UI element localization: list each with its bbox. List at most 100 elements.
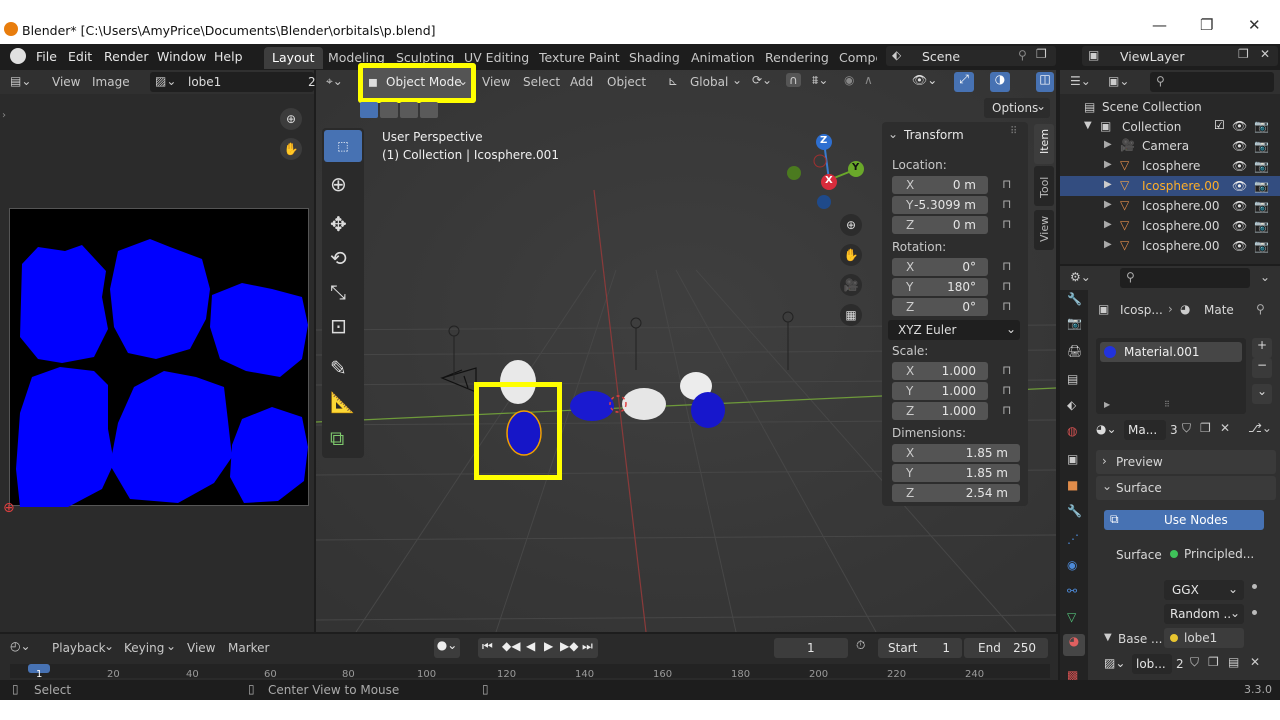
render-tab-icon[interactable]: 📷 bbox=[1067, 316, 1082, 330]
scene-tab-icon[interactable]: ⬖ bbox=[1067, 398, 1076, 412]
lock-icon[interactable]: ⊓ bbox=[1002, 279, 1011, 293]
select-extend-mode-icon[interactable] bbox=[380, 102, 398, 118]
material-slot-list[interactable]: Material.001 ▶ ⠿ bbox=[1096, 338, 1246, 414]
cursor-tool-icon[interactable]: ⊕ bbox=[330, 172, 347, 196]
constraints-tab-icon[interactable]: ⚯ bbox=[1067, 584, 1077, 598]
camera-render-icon[interactable]: 📷 bbox=[1254, 159, 1269, 173]
expand-arrow-icon[interactable]: ▶ bbox=[1104, 179, 1112, 190]
outliner-row[interactable]: ▶ ▽ Icosphere.00 👁 📷 bbox=[1060, 196, 1280, 216]
record-button[interactable]: ●⌄ bbox=[434, 638, 460, 658]
location-y-field[interactable]: Y -5.3099 m bbox=[892, 196, 988, 214]
rotation-mode-dropdown[interactable]: XYZ Euler ⌄ bbox=[888, 320, 1020, 340]
distribution-dropdown[interactable]: GGX ⌄ bbox=[1164, 580, 1244, 600]
zoom-icon[interactable]: ⊕ bbox=[280, 108, 302, 130]
gizmo-toggle-icon[interactable]: ⤢ bbox=[954, 72, 974, 92]
location-z-field[interactable]: Z 0 m bbox=[892, 216, 988, 234]
camera-render-icon[interactable]: 📷 bbox=[1254, 199, 1269, 213]
physics-tab-icon[interactable]: ◉ bbox=[1067, 558, 1077, 572]
end-frame-field[interactable]: End 250 bbox=[964, 638, 1048, 658]
new-scene-icon[interactable]: ❐ bbox=[1036, 47, 1047, 61]
particles-tab-icon[interactable]: ⋰ bbox=[1067, 532, 1079, 546]
image-editor[interactable]: ▤⌄ View Image ▨⌄ lobe1 2 ⊕ ✋ › ⊕ bbox=[0, 70, 316, 632]
tab-item[interactable]: Item bbox=[1034, 124, 1054, 164]
transform-tool-icon[interactable]: ⊡ bbox=[330, 314, 347, 338]
tab-shading[interactable]: Shading bbox=[621, 47, 688, 69]
properties-editor[interactable]: ⚙⌄ ⚲ ⌄ 🔧 📷 🖨 ▤ ⬖ ◍ ▣ ■ 🔧 ⋰ ◉ ⚯ ▽ ◕ ▩ ▣ I… bbox=[1060, 266, 1280, 682]
tab-animation[interactable]: Animation bbox=[683, 47, 763, 69]
navigation-gizmo[interactable]: Z Y X bbox=[786, 132, 866, 212]
expand-arrow-icon[interactable]: ▶ bbox=[1104, 400, 1110, 409]
expand-arrow-icon[interactable]: › bbox=[2, 110, 6, 121]
selection-mode-buttons[interactable] bbox=[360, 102, 440, 118]
pan-hand-icon[interactable]: ✋ bbox=[280, 138, 302, 160]
lock-icon[interactable]: ⊓ bbox=[1002, 299, 1011, 313]
marker-menu[interactable]: Marker bbox=[228, 641, 269, 655]
new-viewlayer-icon[interactable]: ❐ bbox=[1238, 47, 1249, 61]
eye-icon[interactable]: 👁 bbox=[1232, 239, 1247, 253]
view-layer-tab-icon[interactable]: ▤ bbox=[1067, 372, 1078, 386]
add-cube-tool-icon[interactable]: ⧉ bbox=[330, 426, 344, 450]
scene-selector[interactable]: ⬖ Scene ⚲ ❐ bbox=[886, 46, 1056, 66]
current-frame-field[interactable]: 1 bbox=[774, 638, 848, 658]
object-mode-dropdown[interactable]: ◼ Object Mode ⌄ bbox=[358, 63, 476, 103]
ortho-toggle-icon[interactable]: ▦ bbox=[840, 304, 862, 326]
tab-view[interactable]: View bbox=[1034, 210, 1054, 250]
eye-icon[interactable]: 👁 bbox=[1232, 159, 1247, 173]
scene-collection-label[interactable]: Scene Collection bbox=[1102, 100, 1202, 114]
viewport-object-menu[interactable]: Object bbox=[607, 75, 646, 89]
camera-render-icon[interactable]: 📷 bbox=[1254, 219, 1269, 233]
unlink-icon[interactable]: ✕ bbox=[1220, 421, 1230, 435]
playback-menu[interactable]: Playback bbox=[52, 641, 106, 655]
tab-tool[interactable]: Tool bbox=[1034, 166, 1054, 206]
play-icon[interactable]: ▶ bbox=[544, 639, 553, 653]
preview-panel[interactable]: › Preview bbox=[1096, 450, 1276, 474]
camera-render-icon[interactable]: 📷 bbox=[1254, 139, 1269, 153]
outliner-row-selected[interactable]: ▶ ▽ Icosphere.00 👁 📷 bbox=[1060, 176, 1280, 196]
eye-icon[interactable]: 👁 bbox=[1232, 199, 1247, 213]
surface-shader-selector[interactable]: Principled... bbox=[1164, 544, 1264, 564]
viewport-editor-type-icon[interactable]: ⌖⌄ bbox=[326, 74, 343, 89]
display-mode-icon[interactable]: ▣⌄ bbox=[1108, 74, 1129, 88]
image-image-menu[interactable]: Image bbox=[92, 75, 130, 89]
collection-label[interactable]: Collection bbox=[1122, 120, 1181, 134]
select-subtract-mode-icon[interactable] bbox=[400, 102, 418, 118]
3d-viewport[interactable]: ⌖⌄ ◼ Object Mode ⌄ View Select Add Objec… bbox=[316, 63, 1056, 632]
options-dropdown[interactable]: Options ⌄ bbox=[984, 98, 1050, 118]
unlink-icon[interactable]: ✕ bbox=[1250, 655, 1260, 669]
tool-tab-icon[interactable]: 🔧 bbox=[1067, 292, 1082, 306]
material-name-field[interactable]: Ma... bbox=[1124, 420, 1166, 440]
chevron-down-icon[interactable]: ⌄ bbox=[1260, 270, 1270, 284]
scale-y-field[interactable]: Y 1.000 bbox=[892, 382, 988, 400]
menu-render[interactable]: Render bbox=[104, 49, 149, 64]
tab-rendering[interactable]: Rendering bbox=[757, 47, 837, 69]
viewport-zoom-icon[interactable]: ⊕ bbox=[840, 214, 862, 236]
lock-icon[interactable]: ⊓ bbox=[1002, 197, 1011, 211]
lock-icon[interactable]: ⊓ bbox=[1002, 363, 1011, 377]
properties-editor-icon[interactable]: ⚙⌄ bbox=[1070, 270, 1091, 284]
pivot-icon[interactable]: ⟳⌄ bbox=[752, 73, 772, 87]
lock-icon[interactable]: ⊓ bbox=[1002, 403, 1011, 417]
proportional-edit-icon[interactable]: ◉ bbox=[844, 73, 854, 87]
duplicate-icon[interactable]: ❐ bbox=[1208, 655, 1219, 669]
camera-view-icon[interactable]: 🎥 bbox=[840, 274, 862, 296]
checkbox-icon[interactable]: ☑ bbox=[1214, 118, 1225, 132]
data-tab-icon[interactable]: ▽ bbox=[1067, 610, 1076, 624]
viewport-add-menu[interactable]: Add bbox=[570, 75, 593, 89]
rotation-y-field[interactable]: Y 180° bbox=[892, 278, 988, 296]
snap-icon[interactable]: ∩ bbox=[786, 73, 801, 87]
tab-layout[interactable]: Layout bbox=[264, 47, 323, 69]
outliner-row[interactable]: ▶ ▽ Icosphere.00 👁 📷 bbox=[1060, 216, 1280, 236]
outliner-row[interactable]: ▶ 🎥 Camera 👁 📷 bbox=[1060, 136, 1280, 156]
xray-toggle-icon[interactable]: ◫ bbox=[1036, 72, 1054, 92]
jump-start-icon[interactable]: ⏮ bbox=[482, 639, 493, 654]
dimensions-y-field[interactable]: Y 1.85 m bbox=[892, 464, 1020, 482]
modifier-tab-icon[interactable]: 🔧 bbox=[1067, 504, 1082, 518]
object-tab-icon[interactable]: ■ bbox=[1067, 478, 1078, 492]
base-color-texture-link[interactable]: lobe1 bbox=[1164, 628, 1244, 648]
expand-arrow-icon[interactable]: ▶ bbox=[1104, 139, 1112, 150]
fake-user-icon[interactable]: ⛉ bbox=[1190, 655, 1199, 670]
collapse-chevron-icon[interactable]: ▼ bbox=[1104, 632, 1112, 643]
scale-tool-icon[interactable]: ⤡ bbox=[330, 280, 346, 304]
blender-menu-icon[interactable] bbox=[10, 48, 26, 64]
timeline-editor-icon[interactable]: ◴⌄ bbox=[10, 639, 31, 653]
